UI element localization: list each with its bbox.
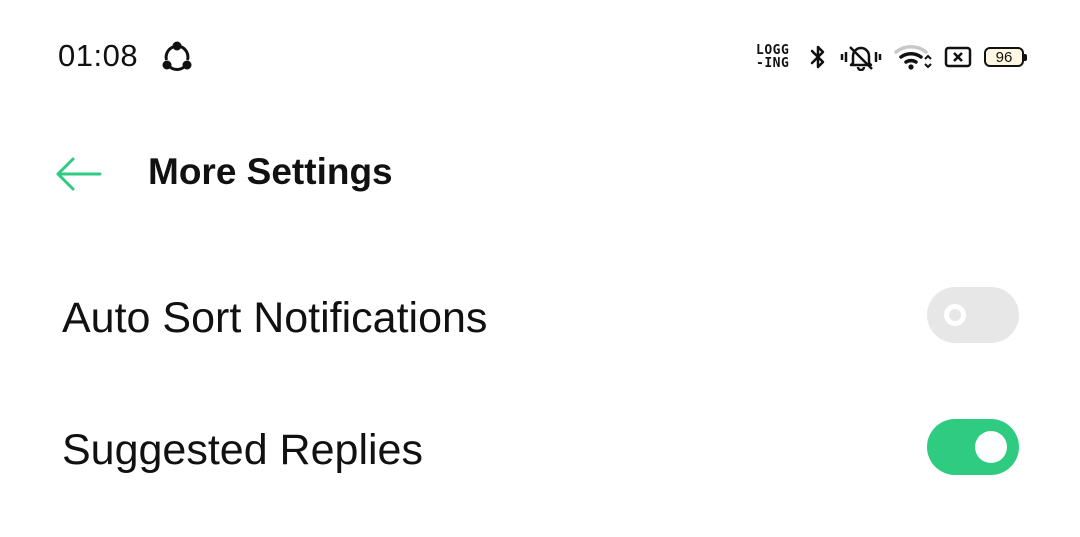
wifi-icon — [894, 44, 932, 70]
status-bar: 01:08 LOGG -ING 96 — [0, 0, 1080, 112]
logging-indicator: LOGG -ING — [756, 44, 796, 70]
setting-label: Suggested Replies — [62, 426, 423, 474]
battery-level: 96 — [995, 48, 1013, 66]
back-button[interactable] — [48, 148, 108, 200]
sim-x-icon — [944, 46, 972, 68]
toggle-knob — [944, 304, 966, 326]
setting-row-auto-sort-notifications[interactable]: Auto Sort Notifications — [0, 258, 1080, 378]
page-title: More Settings — [148, 151, 393, 192]
share-icon — [162, 41, 192, 72]
battery-icon: 96 — [984, 47, 1027, 67]
bell-muted-icon — [840, 46, 882, 71]
auto-sort-notifications-toggle[interactable] — [927, 287, 1019, 343]
toggle-knob — [975, 431, 1007, 463]
status-icons: LOGG -ING 96 — [756, 38, 1027, 76]
status-time: 01:08 — [58, 38, 139, 73]
arrow-left-icon — [56, 157, 102, 191]
logging-line-2: -ING — [756, 56, 790, 71]
more-settings-screen: 01:08 LOGG -ING 96 More Settings Auto So… — [0, 0, 1080, 537]
setting-label: Auto Sort Notifications — [62, 294, 488, 342]
bluetooth-icon — [810, 45, 825, 69]
setting-row-suggested-replies[interactable]: Suggested Replies — [0, 390, 1080, 510]
suggested-replies-toggle[interactable] — [927, 419, 1019, 475]
